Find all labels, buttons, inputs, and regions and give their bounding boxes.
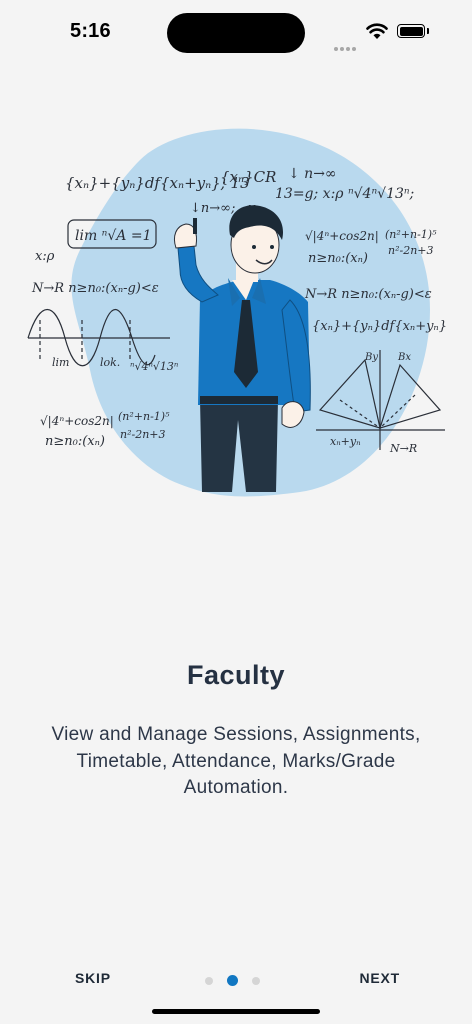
svg-text:lim: lim — [52, 356, 69, 369]
svg-text:ⁿ√4ⁿ√13ⁿ: ⁿ√4ⁿ√13ⁿ — [130, 360, 178, 373]
svg-text:n²-2n+3: n²-2n+3 — [388, 244, 434, 257]
status-bar: 5:16 — [0, 0, 472, 64]
next-button[interactable]: NEXT — [359, 970, 400, 986]
svg-text:By: By — [364, 352, 378, 363]
svg-text:√|4ⁿ+cos2n|: √|4ⁿ+cos2n| — [40, 414, 114, 428]
battery-icon — [397, 24, 425, 38]
page-dot-2-active[interactable] — [227, 975, 238, 986]
wifi-icon — [366, 23, 388, 39]
svg-text:N→R n≥n₀:(xₙ-g)<ε: N→R n≥n₀:(xₙ-g)<ε — [31, 281, 159, 296]
page-title: Faculty — [186, 660, 286, 690]
dynamic-island — [167, 13, 305, 53]
page-dot-3[interactable] — [252, 976, 260, 985]
svg-text:lim ⁿ√A =1: lim ⁿ√A =1 — [75, 228, 151, 244]
svg-text:√|4ⁿ+cos2n|: √|4ⁿ+cos2n| — [305, 229, 379, 243]
page-description: View and Manage Sessions, Assignments, T… — [51, 724, 421, 798]
svg-text:n≥n₀:(xₙ): n≥n₀:(xₙ) — [45, 434, 105, 449]
signal-dots-icon — [334, 33, 358, 51]
svg-text:xₙ+yₙ: xₙ+yₙ — [330, 435, 361, 448]
svg-text:Bx: Bx — [397, 352, 411, 363]
svg-text:(n²+n-1)⁵: (n²+n-1)⁵ — [118, 410, 170, 423]
svg-text:13=g; x:ρ ⁿ√4ⁿ√13ⁿ;: 13=g; x:ρ ⁿ√4ⁿ√13ⁿ; — [275, 186, 414, 202]
svg-text:{xₙ}+{yₙ}df{xₙ+yₙ}: {xₙ}+{yₙ}df{xₙ+yₙ} — [312, 319, 447, 334]
svg-text:{xₙ}CR: {xₙ}CR — [220, 168, 276, 186]
page-indicator — [205, 975, 260, 986]
svg-text:(n²+n-1)⁵: (n²+n-1)⁵ — [385, 228, 437, 241]
skip-button[interactable]: SKIP — [75, 970, 111, 986]
svg-text:x:ρ: x:ρ — [35, 249, 55, 264]
onboarding-screen: 5:16 {xₙ}+{yₙ}df{xₙ+yₙ}; 13 {xₙ}CR ↓ n→∞… — [0, 0, 472, 1024]
svg-text:N→R n≥n₀:(xₙ-g)<ε: N→R n≥n₀:(xₙ-g)<ε — [304, 287, 432, 302]
page-dot-1[interactable] — [205, 976, 213, 985]
svg-text:n≥n₀:(xₙ): n≥n₀:(xₙ) — [308, 251, 368, 266]
status-time: 5:16 — [70, 20, 111, 42]
home-indicator[interactable] — [152, 1009, 320, 1014]
svg-text:lok.: lok. — [100, 356, 120, 369]
svg-text:↓n→∞;: ↓n→∞; — [190, 201, 235, 216]
teacher-writing-math-illustration: {xₙ}+{yₙ}df{xₙ+yₙ}; 13 {xₙ}CR ↓ n→∞ 13=g… — [27, 128, 447, 497]
svg-text:n²-2n+3: n²-2n+3 — [120, 428, 166, 441]
svg-text:N→R: N→R — [389, 442, 417, 455]
svg-text:↓ n→∞: ↓ n→∞ — [288, 166, 337, 182]
